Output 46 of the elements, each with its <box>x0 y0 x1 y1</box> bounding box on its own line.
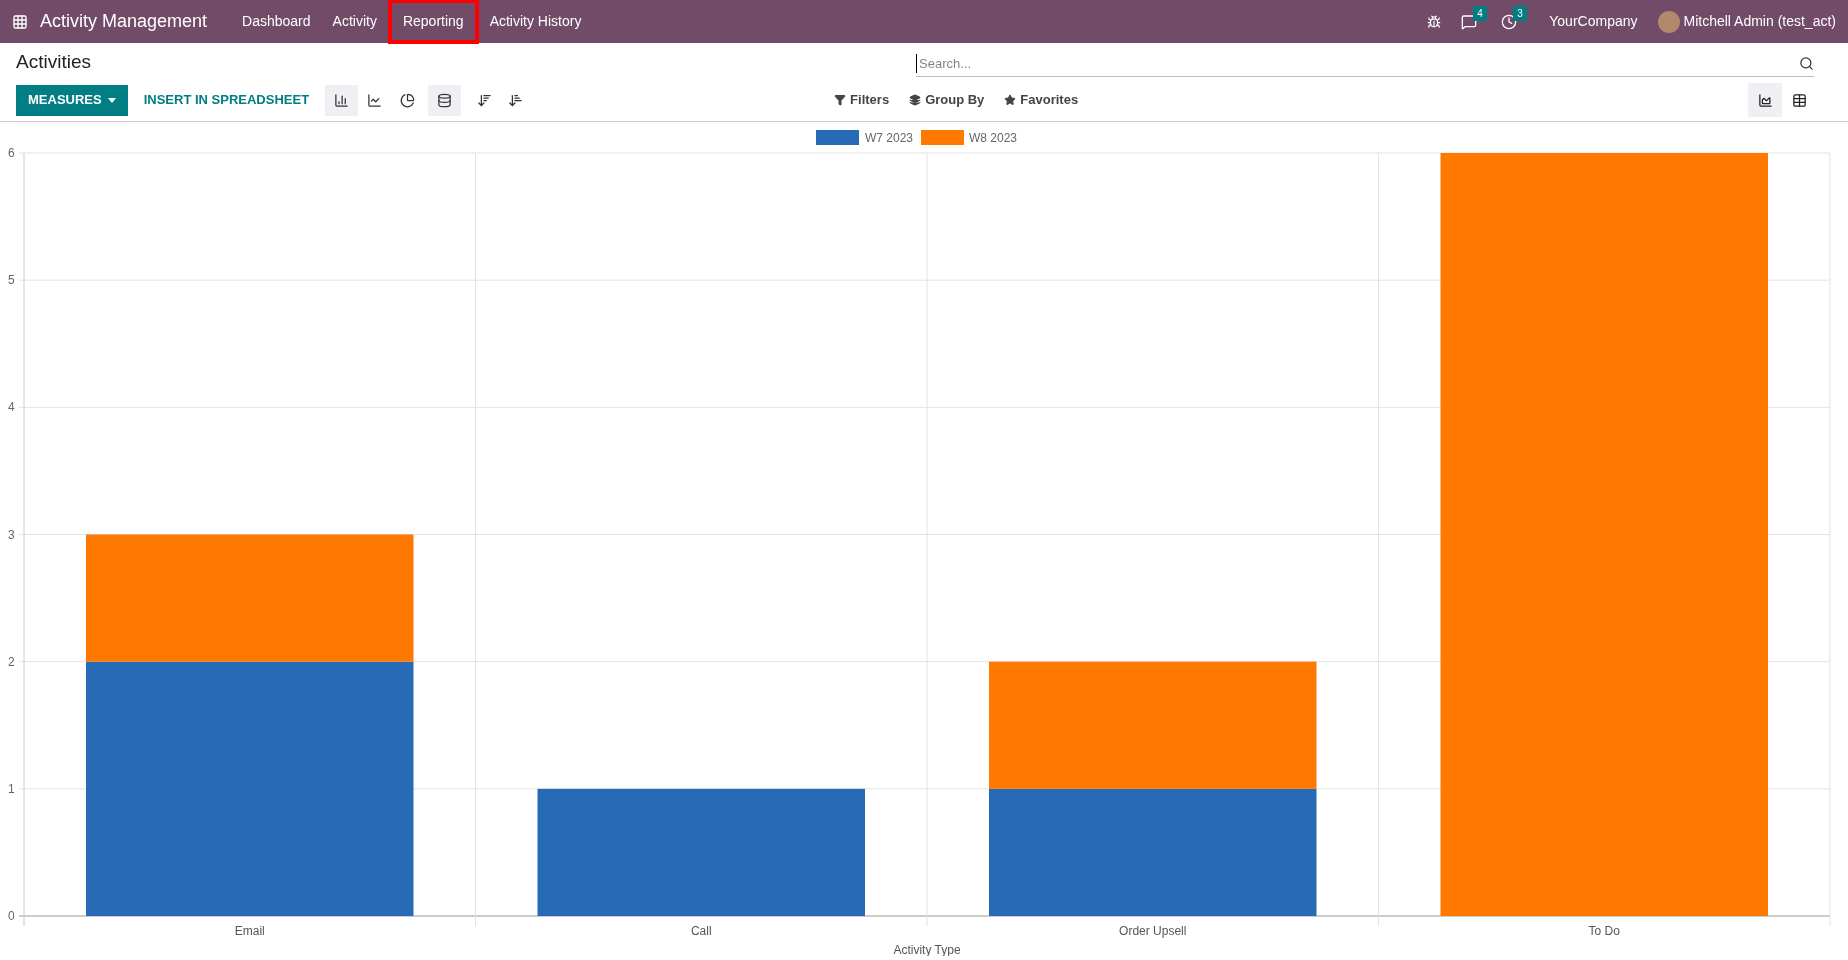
x-tick-label: Order Upsell <box>1119 924 1187 938</box>
x-tick-label: To Do <box>1588 924 1620 938</box>
y-tick-label: 4 <box>8 400 15 415</box>
apps-menu-icon[interactable] <box>12 13 28 30</box>
legend-label: W8 2023 <box>969 131 1018 145</box>
nav-menu-item[interactable]: Activity <box>321 3 388 40</box>
search-field[interactable]: Search... <box>916 51 1814 77</box>
search-panel-button[interactable]: Filters <box>834 90 890 110</box>
message-count-badge: 4 <box>1473 5 1487 21</box>
x-tick-label: Call <box>690 924 712 938</box>
star-icon <box>1004 94 1017 106</box>
activity-count-badge: 3 <box>1513 5 1527 21</box>
y-tick-label: 1 <box>8 781 15 796</box>
x-tick-label: Email <box>234 924 265 938</box>
y-tick-label: 5 <box>8 273 15 288</box>
stack-icon <box>437 92 453 108</box>
y-tick-label: 3 <box>8 527 15 542</box>
search-icon[interactable] <box>1799 56 1814 71</box>
caret-icon <box>107 97 116 103</box>
clock-icon[interactable] <box>1501 13 1518 30</box>
page-title: Activities <box>16 49 92 74</box>
sort-descending-icon[interactable] <box>477 92 493 108</box>
y-tick-label: 2 <box>8 654 15 669</box>
app-name[interactable]: Activity Management <box>40 8 208 35</box>
search-panel-button[interactable]: Favorites <box>1004 90 1079 110</box>
user-avatar <box>1657 10 1680 33</box>
insert-in-spreadsheet-button[interactable]: INSERT IN SPREADSHEET <box>127 84 326 116</box>
legend-label: W7 2023 <box>865 131 914 145</box>
y-tick-label: 6 <box>8 146 15 160</box>
stack-toggle[interactable] <box>428 84 462 116</box>
user-name[interactable]: Mitchell Admin (test_act) <box>1683 11 1836 32</box>
chat-icon[interactable] <box>1461 13 1478 30</box>
layers-icon <box>909 94 922 106</box>
search-panel-button[interactable]: Group By <box>909 90 985 110</box>
x-axis-title: Activity Type <box>893 943 961 956</box>
bar-chart-icon[interactable] <box>325 84 359 116</box>
search-input[interactable]: Search... <box>916 53 1799 74</box>
measures-button[interactable]: MEASURES <box>16 84 128 116</box>
sort-ascending-icon[interactable] <box>508 92 524 108</box>
area-chart-icon[interactable] <box>1748 83 1782 117</box>
filter-icon <box>834 94 847 106</box>
y-tick-label: 0 <box>8 909 15 923</box>
bug-icon[interactable] <box>1427 14 1442 29</box>
nav-menu-item[interactable]: Activity History <box>478 3 593 40</box>
nav-menu-item[interactable]: Dashboard <box>231 3 322 40</box>
company-name[interactable]: YourCompany <box>1549 11 1638 32</box>
